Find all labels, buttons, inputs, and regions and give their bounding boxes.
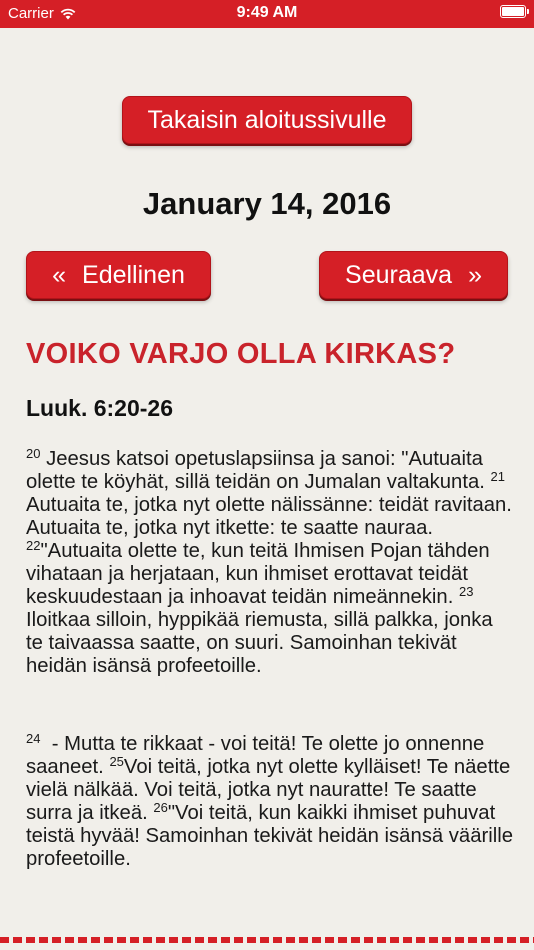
verse-text: "Autuaita olette te, kun teitä Ihmisen P…	[26, 540, 490, 608]
previous-button[interactable]: « Edellinen	[26, 251, 211, 299]
verse-text: Jeesus katsoi opetuslapsiinsa ja sanoi: …	[26, 448, 485, 493]
chevron-right-double-icon: »	[468, 260, 482, 289]
verse-number: 25	[109, 754, 124, 769]
verse-number: 26	[153, 800, 168, 815]
next-button-label: Seuraava	[345, 260, 453, 289]
verse-number: 24	[26, 731, 41, 746]
scripture-paragraph: 20 Jeesus katsoi opetuslapsiinsa ja sano…	[26, 446, 514, 678]
home-button[interactable]: Takaisin aloitussivulle	[122, 96, 412, 144]
home-button-label: Takaisin aloitussivulle	[147, 105, 387, 134]
verse-number: 21	[490, 469, 505, 484]
chevron-left-double-icon: «	[52, 260, 67, 289]
status-time: 9:49 AM	[236, 4, 298, 21]
verse-number: 20	[26, 446, 41, 461]
devotion-date: January 14, 2016	[142, 186, 392, 221]
battery-icon	[500, 5, 529, 18]
next-button[interactable]: Seuraava »	[319, 251, 508, 299]
status-bar: Carrier 9:49 AM	[0, 0, 534, 28]
scripture-reference: Luuk. 6:20-26	[26, 395, 173, 421]
previous-button-label: Edellinen	[82, 260, 185, 289]
devotion-title: VOIKO VARJO OLLA KIRKAS?	[26, 338, 456, 370]
verse-text: Iloitkaa silloin, hyppikää riemusta, sil…	[26, 609, 493, 677]
status-bar-right	[500, 5, 529, 22]
verse-number: 22	[26, 538, 41, 553]
verse-number: 23	[458, 584, 474, 599]
verse-text: Autuaita te, jotka nyt olette nälissänne…	[26, 494, 512, 539]
scripture-paragraph: 24 - Mutta te rikkaat - voi teitä! Te ol…	[26, 731, 514, 871]
decorative-border	[0, 937, 534, 950]
